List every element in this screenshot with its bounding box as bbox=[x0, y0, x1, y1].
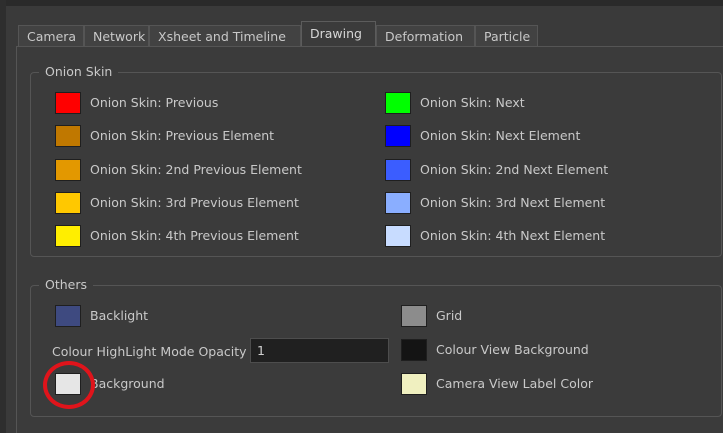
onion-skin-2nd-previous-element-label: Onion Skin: 2nd Previous Element bbox=[90, 162, 302, 177]
onion-skin-next-label: Onion Skin: Next bbox=[420, 95, 525, 110]
colour-view-background-swatch[interactable] bbox=[401, 339, 427, 361]
onion-skin-previous-element-swatch[interactable] bbox=[55, 125, 81, 147]
colour-highlight-opacity-field[interactable] bbox=[250, 338, 389, 363]
backlight-swatch[interactable] bbox=[55, 305, 81, 327]
onion-skin-4th-previous-element-swatch[interactable] bbox=[55, 225, 81, 247]
onion-skin-next-element-swatch[interactable] bbox=[385, 125, 411, 147]
colour-view-background-label: Colour View Background bbox=[436, 342, 589, 357]
grid-label: Grid bbox=[436, 308, 463, 323]
onion-skin-2nd-next-element-swatch[interactable] bbox=[385, 159, 411, 181]
background-label: Background bbox=[90, 376, 165, 391]
onion-skin-3rd-previous-element-swatch[interactable] bbox=[55, 192, 81, 214]
onion-skin-previous-label: Onion Skin: Previous bbox=[90, 95, 219, 110]
onion-skin-3rd-next-element-label: Onion Skin: 3rd Next Element bbox=[420, 195, 606, 210]
onion-skin-4th-next-element-swatch[interactable] bbox=[385, 225, 411, 247]
backlight-label: Backlight bbox=[90, 308, 149, 323]
tab-camera[interactable]: Camera bbox=[18, 25, 84, 46]
onion-skin-3rd-previous-element-label: Onion Skin: 3rd Previous Element bbox=[90, 195, 299, 210]
onion-skin-next-swatch[interactable] bbox=[385, 92, 411, 114]
tab-particle[interactable]: Particle bbox=[475, 25, 538, 46]
window-top-edge bbox=[0, 0, 723, 6]
window-left-edge bbox=[0, 0, 6, 433]
onion-skin-4th-next-element-label: Onion Skin: 4th Next Element bbox=[420, 228, 606, 243]
onion-skin-next-element-label: Onion Skin: Next Element bbox=[420, 128, 581, 143]
others-group-title: Others bbox=[39, 277, 94, 293]
onion-skin-previous-element-label: Onion Skin: Previous Element bbox=[90, 128, 275, 143]
onion-skin-group-title: Onion Skin bbox=[39, 64, 119, 80]
tab-deformation[interactable]: Deformation bbox=[376, 25, 475, 46]
onion-skin-2nd-previous-element-swatch[interactable] bbox=[55, 159, 81, 181]
onion-skin-2nd-next-element-label: Onion Skin: 2nd Next Element bbox=[420, 162, 609, 177]
tab-xsheet-and-timeline[interactable]: Xsheet and Timeline bbox=[149, 25, 301, 46]
camera-view-label-color-label: Camera View Label Color bbox=[436, 376, 593, 391]
grid-swatch[interactable] bbox=[401, 305, 427, 327]
onion-skin-previous-swatch[interactable] bbox=[55, 92, 81, 114]
onion-skin-4th-previous-element-label: Onion Skin: 4th Previous Element bbox=[90, 228, 299, 243]
colour-highlight-opacity-label: Colour HighLight Mode Opacity bbox=[52, 344, 247, 359]
onion-skin-3rd-next-element-swatch[interactable] bbox=[385, 192, 411, 214]
tab-drawing[interactable]: Drawing bbox=[301, 21, 376, 47]
highlight-circle-annotation bbox=[43, 361, 95, 409]
tab-network[interactable]: Network bbox=[84, 25, 149, 46]
camera-view-label-color-swatch[interactable] bbox=[401, 373, 427, 395]
